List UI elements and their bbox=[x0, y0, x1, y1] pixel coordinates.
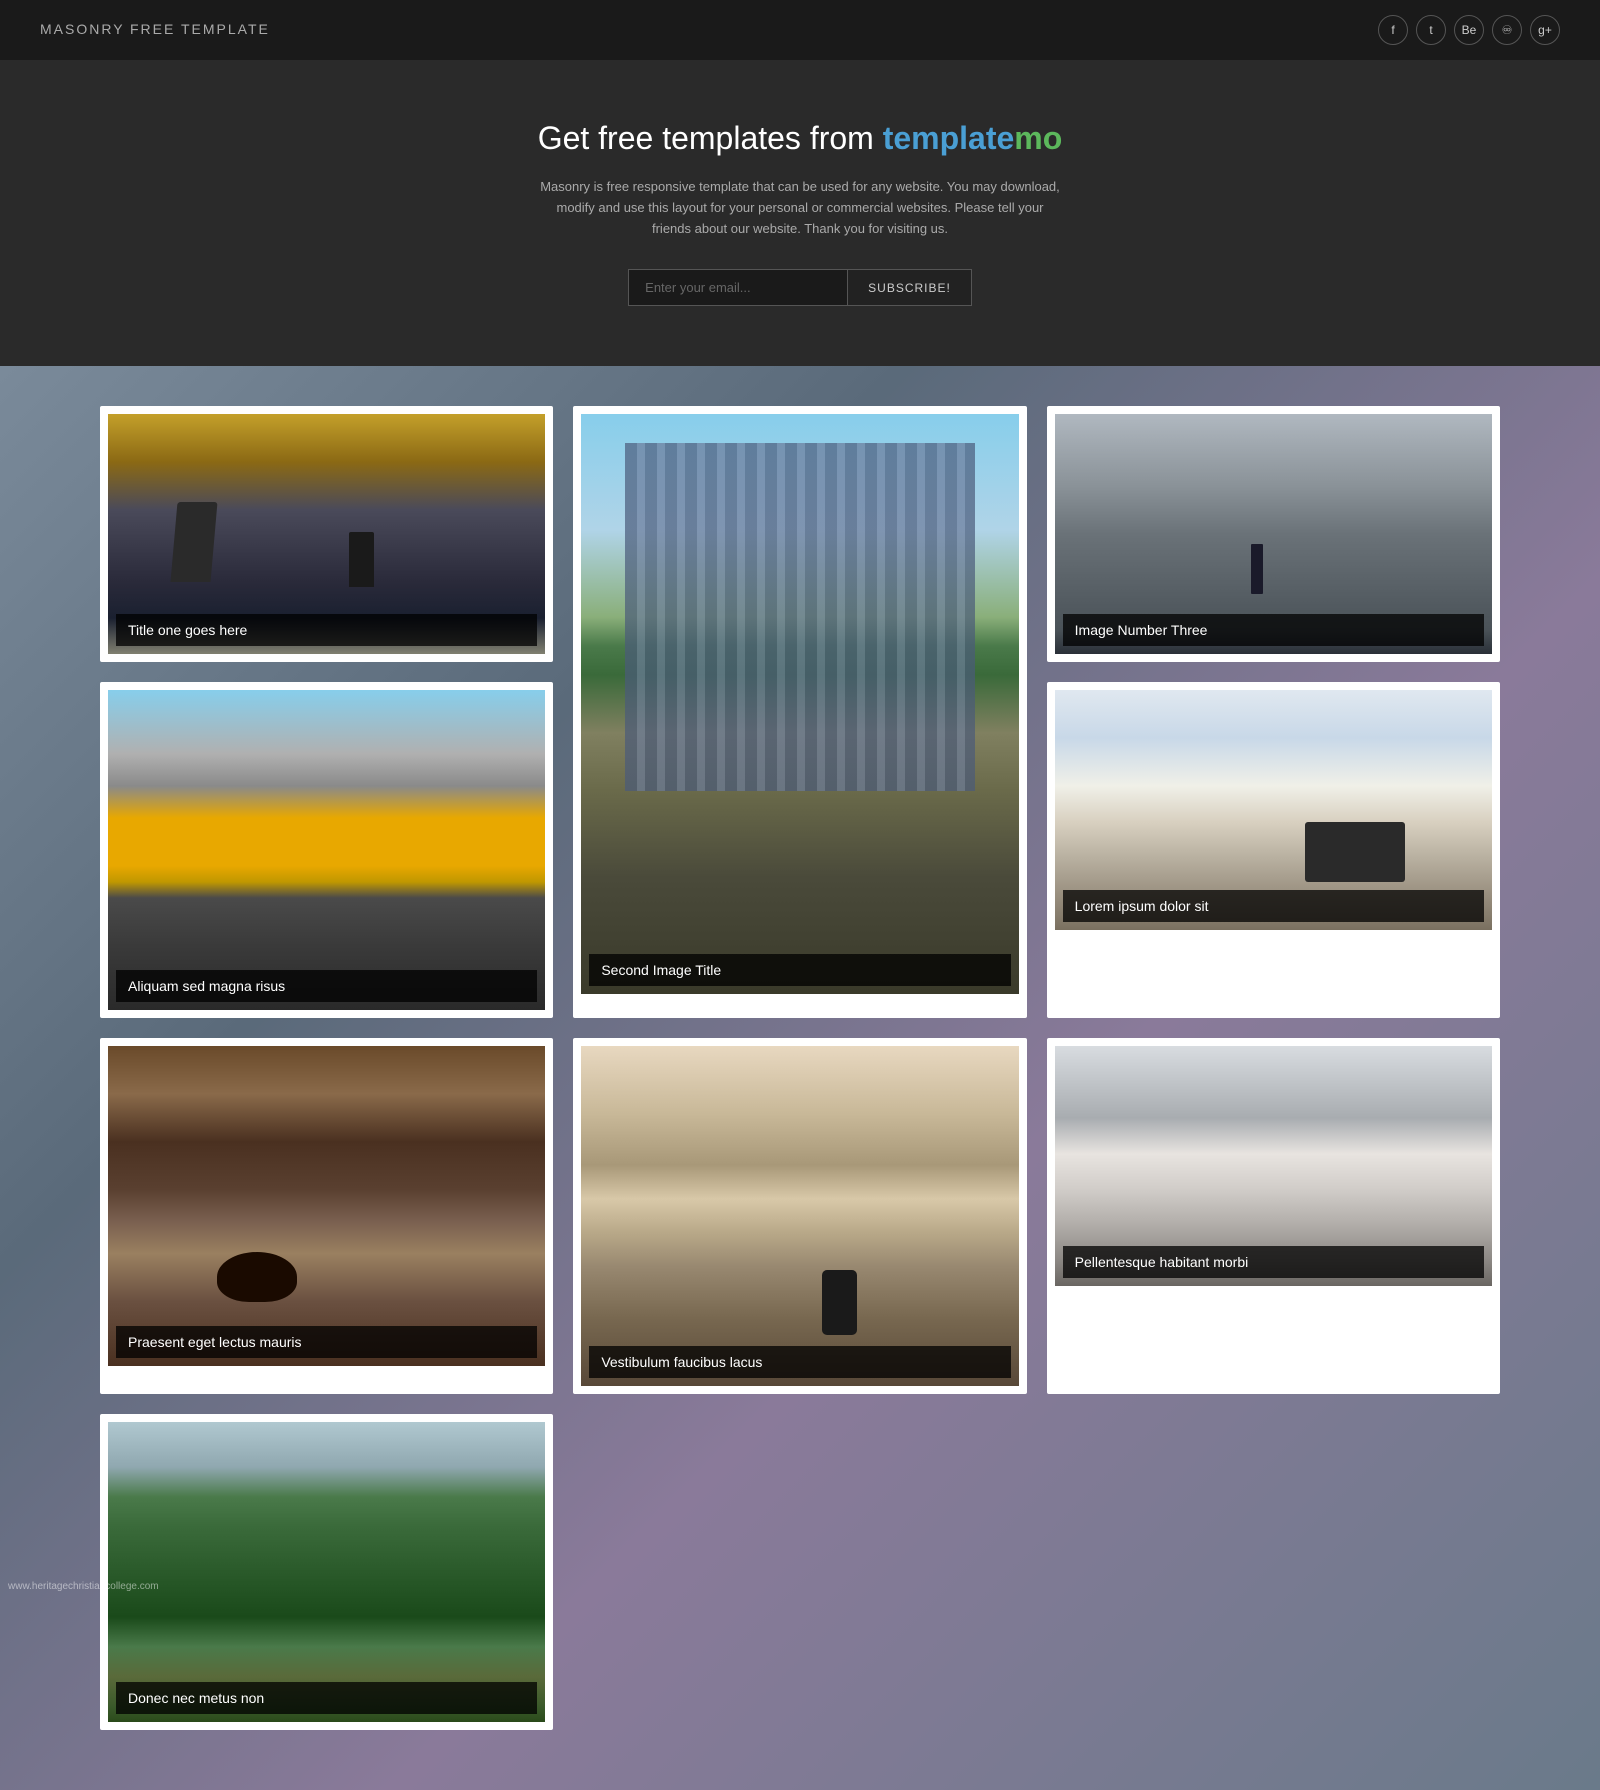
gallery-item-5[interactable]: Lorem ipsum dolor sit bbox=[1047, 682, 1500, 1018]
caption-9: Donec nec metus non bbox=[116, 1682, 537, 1714]
gallery-item-3[interactable]: Image Number Three bbox=[1047, 406, 1500, 662]
caption-5: Lorem ipsum dolor sit bbox=[1063, 890, 1484, 922]
image-taxis bbox=[108, 690, 545, 1010]
image-city bbox=[581, 414, 1018, 994]
hero-title: Get free templates from templatemo bbox=[40, 120, 1560, 157]
facebook-icon[interactable]: f bbox=[1378, 15, 1408, 45]
twitter-icon[interactable]: t bbox=[1416, 15, 1446, 45]
gallery-item-1[interactable]: Title one goes here bbox=[100, 406, 553, 662]
hero-description: Masonry is free responsive template that… bbox=[540, 177, 1060, 239]
brand-subtitle: FREE TEMPLATE bbox=[130, 21, 270, 37]
brand-mo: mo bbox=[1014, 120, 1062, 156]
caption-7: Vestibulum faucibus lacus bbox=[589, 1346, 1010, 1378]
gallery-item-2[interactable]: Second Image Title bbox=[573, 406, 1026, 1018]
masonry-grid: Title one goes here Second Image Title I… bbox=[100, 406, 1500, 1730]
brand-logo: MASONRY FREE TEMPLATE bbox=[40, 21, 270, 39]
pinterest-icon[interactable]: ♾ bbox=[1492, 15, 1522, 45]
caption-8: Pellentesque habitant morbi bbox=[1063, 1246, 1484, 1278]
caption-1: Title one goes here bbox=[116, 614, 537, 646]
subscribe-button[interactable]: SUBSCRIBE! bbox=[848, 269, 972, 306]
image-coffee bbox=[108, 1046, 545, 1366]
gallery-item-8[interactable]: Pellentesque habitant morbi bbox=[1047, 1038, 1500, 1394]
image-forest bbox=[108, 1422, 545, 1722]
behance-icon[interactable]: Be bbox=[1454, 15, 1484, 45]
gallery-item-6[interactable]: Praesent eget lectus mauris bbox=[100, 1038, 553, 1394]
footer-watermark: www.heritagechristiancollege.com bbox=[8, 1581, 159, 1592]
caption-3: Image Number Three bbox=[1063, 614, 1484, 646]
navbar: MASONRY FREE TEMPLATE f t Be ♾ g+ bbox=[0, 0, 1600, 60]
caption-6: Praesent eget lectus mauris bbox=[116, 1326, 537, 1358]
brand-template: template bbox=[883, 120, 1015, 156]
gallery-section: Title one goes here Second Image Title I… bbox=[0, 366, 1600, 1790]
social-icons-group: f t Be ♾ g+ bbox=[1378, 15, 1560, 45]
caption-4: Aliquam sed magna risus bbox=[116, 970, 537, 1002]
gallery-item-7[interactable]: Vestibulum faucibus lacus bbox=[573, 1038, 1026, 1394]
email-input[interactable] bbox=[628, 269, 848, 306]
gallery-item-4[interactable]: Aliquam sed magna risus bbox=[100, 682, 553, 1018]
googleplus-icon[interactable]: g+ bbox=[1530, 15, 1560, 45]
brand-name: MASONRY bbox=[40, 21, 125, 37]
caption-2: Second Image Title bbox=[589, 954, 1010, 986]
subscribe-form: SUBSCRIBE! bbox=[40, 269, 1560, 306]
gallery-item-9[interactable]: Donec nec metus non bbox=[100, 1414, 553, 1730]
hero-section: Get free templates from templatemo Mason… bbox=[0, 60, 1600, 366]
image-phone bbox=[581, 1046, 1018, 1386]
